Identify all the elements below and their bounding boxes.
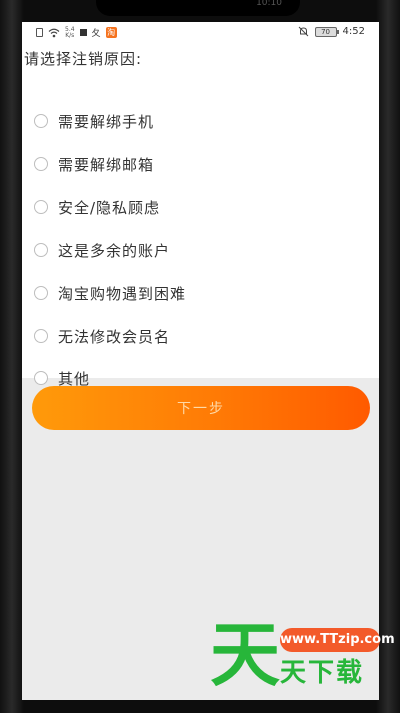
mute-bell-icon — [298, 26, 308, 37]
watermark-text: 天下载 — [280, 658, 365, 688]
radio-button[interactable] — [34, 200, 48, 214]
option-label: 需要解绑邮箱 — [58, 155, 155, 174]
sim-card-icon — [36, 28, 43, 37]
battery-icon: 70 — [314, 26, 339, 37]
network-speed-unit: K/s — [65, 31, 75, 39]
option-label: 安全/隐私顾虑 — [58, 198, 161, 217]
camera-notch: 10:10 — [96, 0, 300, 16]
option-label: 淘宝购物遇到困难 — [58, 284, 187, 303]
radio-button[interactable] — [34, 243, 48, 257]
watermark-big-char: 天 — [210, 614, 280, 696]
notification-square-icon — [79, 29, 87, 36]
radio-button[interactable] — [34, 329, 48, 343]
radio-button[interactable] — [34, 114, 48, 128]
reason-option-extra-account[interactable]: 这是多余的账户 — [34, 238, 170, 262]
reason-option-shopping-difficulty[interactable]: 淘宝购物遇到困难 — [34, 281, 186, 305]
option-label: 无法修改会员名 — [58, 327, 171, 346]
reason-option-privacy[interactable]: 安全/隐私顾虑 — [34, 195, 160, 219]
corner-time: 10:10 — [256, 0, 282, 8]
wifi-icon — [48, 28, 60, 37]
watermark-url: www.TTzip.com — [280, 628, 395, 652]
status-right: 70 4:52 — [298, 26, 365, 37]
site-watermark: 天 www.TTzip.com 天下载 — [210, 614, 395, 696]
status-time: 4:52 — [342, 26, 365, 37]
status-bar: 5.4 K/s 夂 淘 70 4:52 — [22, 22, 379, 44]
app-notification-icon: 夂 — [91, 29, 101, 39]
status-left: 5.4 K/s 夂 淘 — [36, 26, 117, 39]
radio-button[interactable] — [34, 286, 48, 300]
form-prompt: 请选择注销原因: — [24, 50, 143, 68]
option-label: 需要解绑手机 — [58, 112, 155, 131]
reason-option-unbind-email[interactable]: 需要解绑邮箱 — [34, 152, 154, 176]
reason-form: 请选择注销原因: 需要解绑手机 需要解绑邮箱 安全/隐私顾虑 这是多余的账户 淘… — [22, 44, 379, 388]
option-label: 这是多余的账户 — [58, 241, 171, 260]
network-speed: 5.4 K/s — [65, 26, 75, 39]
reason-option-cannot-rename[interactable]: 无法修改会员名 — [34, 324, 170, 348]
radio-button[interactable] — [34, 157, 48, 171]
radio-button[interactable] — [34, 371, 48, 385]
taobao-notification-icon: 淘 — [105, 27, 117, 38]
screen: 5.4 K/s 夂 淘 70 4:52 请选择注销原因: 需要解绑手机 需要解绑… — [22, 22, 379, 700]
reason-option-unbind-phone[interactable]: 需要解绑手机 — [34, 109, 154, 133]
next-step-button[interactable]: 下一步 — [32, 386, 370, 430]
